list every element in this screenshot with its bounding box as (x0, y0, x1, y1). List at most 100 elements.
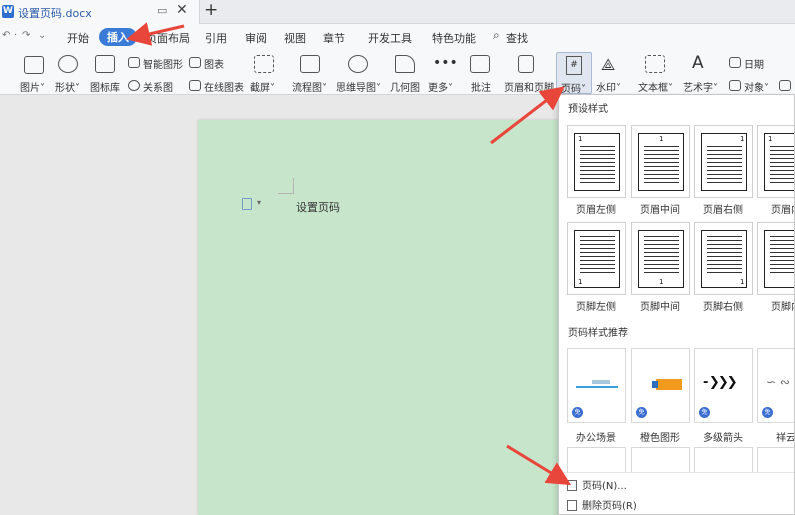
document-parts-icon[interactable] (779, 80, 791, 91)
date-icon[interactable] (729, 57, 741, 68)
menu-start[interactable]: 开始 (67, 30, 89, 46)
free-badge-icon: 免 (762, 407, 773, 418)
menu-search[interactable]: 查找 (506, 30, 528, 46)
preset-styles-heading: 预设样式 (568, 104, 608, 115)
command-label: 删除页码(R) (582, 501, 637, 512)
online-chart-icon[interactable] (189, 80, 201, 91)
document-tab[interactable]: W 设置页码.docx ▭ ✕ (0, 0, 200, 24)
header-footer-button[interactable]: 页眉和页脚 (504, 79, 554, 94)
picture-icon[interactable] (24, 56, 44, 74)
preset-label: 页眉内 (771, 205, 794, 216)
delete-page-number-command[interactable]: 删除页码(R) (567, 497, 637, 512)
menu-bar: ↶ · ↷ ⌄ 开始 插入 页面布局 引用 审阅 视图 章节 开发工具 特色功能… (0, 24, 795, 50)
icon-library-icon[interactable] (95, 55, 115, 73)
wordart-icon[interactable]: A (692, 53, 704, 73)
screenshot-button[interactable]: 截屏˅ (250, 79, 275, 94)
style-preview-blue (652, 381, 658, 388)
textbox-button[interactable]: 文本框˅ (638, 79, 673, 94)
preset-footer-inside[interactable] (757, 222, 794, 295)
new-tab-icon[interactable]: + (204, 0, 218, 20)
preset-footer-right[interactable]: 1 (694, 222, 753, 295)
object-button[interactable]: 对象˅ (744, 79, 769, 94)
geometry-icon[interactable] (395, 55, 415, 73)
page-number-label: 页码˅ (561, 84, 586, 95)
flowchart-button[interactable]: 流程图˅ (292, 79, 327, 94)
thumb-page-number: 1 (578, 135, 583, 143)
monitor-icon[interactable]: ▭ (157, 4, 167, 17)
relation-button[interactable]: 关系图 (143, 79, 173, 94)
comment-button[interactable]: 批注 (471, 79, 491, 94)
paste-options-icon[interactable] (242, 198, 252, 210)
watermark-icon[interactable]: ⟁ (601, 55, 615, 75)
style-label: 多级箭头 (703, 433, 743, 444)
picture-button[interactable]: 图片˅ (20, 79, 45, 94)
preset-header-left[interactable]: 1 (567, 125, 626, 198)
thumb-lines (707, 236, 742, 276)
header-footer-icon[interactable] (518, 55, 534, 73)
mindmap-button[interactable]: 思维导图˅ (336, 79, 381, 94)
style-auspicious-cloud[interactable]: ∽ ∾ 免 (757, 348, 794, 423)
more-button[interactable]: 更多˅ (428, 79, 453, 94)
style-office-scene[interactable]: 免 (567, 348, 626, 423)
menu-review[interactable]: 审阅 (245, 30, 267, 46)
preset-footer-left[interactable]: 1 (567, 222, 626, 295)
shape-icon[interactable] (58, 55, 78, 73)
menu-references[interactable]: 引用 (205, 30, 227, 46)
paste-options-dropdown-icon[interactable]: ▾ (257, 198, 261, 207)
thumb-page-number: 1 (740, 135, 745, 143)
thumb-page-number: 1 (740, 278, 745, 286)
delete-page-number-icon (567, 500, 577, 511)
menu-chapter[interactable]: 章节 (323, 30, 345, 46)
undo-icon[interactable]: ↶ (2, 30, 10, 41)
smart-art-icon[interactable] (128, 57, 140, 68)
customize-quick-access-icon[interactable]: ⌄ (38, 30, 46, 41)
wordart-button[interactable]: 艺术字˅ (683, 79, 718, 94)
page-number-icon: # (566, 56, 582, 75)
preset-header-inside[interactable]: 1 (757, 125, 794, 198)
chart-button[interactable]: 图表 (204, 56, 224, 71)
search-icon[interactable]: ⌕ (493, 28, 500, 43)
date-button[interactable]: 日期 (744, 56, 764, 71)
object-icon[interactable] (729, 80, 741, 91)
thumb-page-number: 1 (659, 135, 664, 143)
preset-footer-center[interactable]: 1 (631, 222, 690, 295)
geometry-button[interactable]: 几何图 (390, 79, 420, 94)
document-page[interactable] (198, 120, 618, 515)
textbox-icon[interactable] (645, 55, 665, 73)
menu-page-layout[interactable]: 页面布局 (146, 30, 190, 46)
relation-icon[interactable] (128, 80, 140, 91)
menu-features[interactable]: 特色功能 (432, 30, 476, 46)
menu-view[interactable]: 视图 (284, 30, 306, 46)
menu-insert[interactable]: 插入 (99, 28, 137, 46)
shape-button[interactable]: 形状˅ (55, 79, 80, 94)
thumb-lines (770, 236, 794, 276)
thumb-lines (580, 236, 615, 276)
flowchart-icon[interactable] (300, 55, 320, 73)
preset-label: 页脚内 (771, 302, 794, 313)
smart-art-button[interactable]: 智能图形 (143, 56, 183, 71)
style-orange-shape[interactable]: 免 (631, 348, 690, 423)
more-icon[interactable]: ••• (433, 55, 458, 71)
watermark-button[interactable]: 水印˅ (596, 79, 621, 94)
comment-icon[interactable] (470, 55, 490, 73)
preset-label: 页眉中间 (640, 205, 680, 216)
chart-icon[interactable] (189, 57, 201, 68)
mindmap-icon[interactable] (348, 55, 368, 73)
online-chart-button[interactable]: 在线图表 (204, 79, 244, 94)
document-text[interactable]: 设置页码 (296, 199, 340, 215)
page-number-settings-command[interactable]: 页码(N)... (567, 477, 627, 492)
command-label: 页码(N)... (582, 481, 627, 492)
style-label: 橙色图形 (640, 433, 680, 444)
margin-corner-mark (278, 178, 294, 194)
screenshot-icon[interactable] (254, 55, 274, 73)
thumb-page-number: 1 (768, 135, 773, 143)
icon-library-button[interactable]: 图标库 (90, 79, 120, 94)
preset-header-right[interactable]: 1 (694, 125, 753, 198)
recommended-styles-heading: 页码样式推荐 (568, 328, 628, 339)
redo-icon[interactable]: ↷ (22, 30, 30, 41)
menu-developer[interactable]: 开发工具 (368, 30, 412, 46)
preset-header-center[interactable]: 1 (631, 125, 690, 198)
style-multi-arrow[interactable]: - ❯❯❯ 免 (694, 348, 753, 423)
page-number-button[interactable]: # 页码˅ (556, 52, 592, 95)
close-tab-icon[interactable]: ✕ (176, 2, 188, 18)
